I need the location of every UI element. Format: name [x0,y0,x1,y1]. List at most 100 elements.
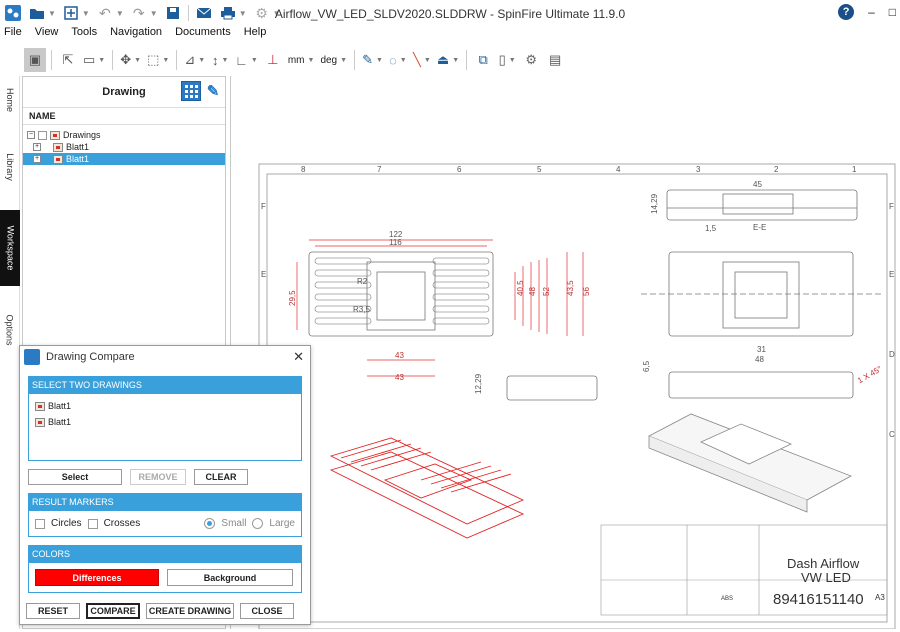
dimension-icon[interactable]: ↕ ▼ [209,48,231,72]
reset-button[interactable]: RESET [26,603,80,619]
col-label: 5 [537,165,542,174]
zoom-window-icon[interactable]: ⬚ ▼ [145,48,171,72]
callout-icon[interactable]: ◌ ▼ [387,48,409,72]
chevron-down-icon[interactable]: ▼ [150,9,158,18]
print-icon[interactable] [219,4,237,22]
settings-icon[interactable]: ⚙ [253,4,271,22]
large-radio[interactable] [252,518,264,529]
tab-library[interactable]: Library [0,132,20,202]
dim-45: 45 [753,180,762,189]
tree-item-blatt1-selected[interactable]: + Blatt1 [23,153,225,165]
drawing-view-icon[interactable]: ▣ [24,48,46,72]
col-label: 7 [377,165,382,174]
expand-icon[interactable]: + [33,143,41,151]
large-label: Large [269,518,295,529]
dialog-title-bar[interactable]: Drawing Compare [20,346,310,368]
list-item-label: Blatt1 [48,417,72,427]
units-length-select[interactable]: mm ▼ [286,48,317,72]
tab-options[interactable]: Options [0,292,20,368]
list-item-label: Blatt1 [48,401,72,411]
edit-icon[interactable]: ✎ [203,81,223,101]
chevron-down-icon[interactable]: ▼ [116,9,124,18]
select-button[interactable]: Select [28,469,122,485]
crosses-checkbox[interactable] [87,518,98,529]
app-logo-icon[interactable] [4,4,22,22]
sheet-icon [53,154,63,164]
measure-icon[interactable]: ⊿ ▼ [182,48,207,72]
drawing-canvas[interactable]: 8 7 6 5 4 3 2 1 F E F E D C 122 116 29,5… [230,76,900,630]
compare-button[interactable]: COMPARE [86,603,140,619]
pen-icon[interactable]: ✎ ▼ [360,48,385,72]
close-icon[interactable]: ✕ [293,349,304,365]
compare-icon[interactable]: ⧉ [472,48,494,72]
side-tabs: Home Library Workspace Options [0,76,20,629]
tab-workspace[interactable]: Workspace [0,210,20,286]
differences-color-button[interactable]: Differences [35,569,159,586]
document-icon[interactable]: ▯ ▼ [496,48,518,72]
open-folder-icon[interactable] [28,4,46,22]
fit-view-icon[interactable]: ✥ ▼ [118,48,143,72]
angle-icon[interactable]: ∟ ▼ [233,48,260,72]
options-icon[interactable]: ⚙ [520,48,542,72]
chevron-down-icon[interactable]: ▼ [239,9,247,18]
tab-home[interactable]: Home [0,76,20,124]
menu-tools[interactable]: Tools [71,26,97,42]
create-drawing-button[interactable]: CREATE DRAWING [146,603,234,619]
tree-item-blatt1[interactable]: + Blatt1 [23,141,225,153]
menu-help[interactable]: Help [244,26,267,42]
separator [51,50,52,70]
menu-file[interactable]: File [4,26,22,42]
small-radio[interactable] [204,518,216,529]
list-item[interactable]: Blatt1 [35,398,295,414]
background-color-button[interactable]: Background [167,569,293,586]
difference-model [329,437,525,539]
report-icon[interactable]: ▤ [544,48,566,72]
circles-checkbox[interactable] [35,518,45,529]
redo-icon[interactable]: ↷ [130,4,148,22]
sheet-icon [35,417,45,427]
units-angle-select[interactable]: deg ▼ [318,48,349,72]
row-label: F [889,202,894,211]
list-item[interactable]: Blatt1 [35,414,295,430]
undo-icon[interactable]: ↶ [96,4,114,22]
save-icon[interactable] [164,4,182,22]
chevron-down-icon[interactable]: ▼ [48,9,56,18]
tree-item-drawings[interactable]: − Drawings [23,129,225,141]
rectangle-select-icon[interactable]: ▭ ▼ [81,48,107,72]
mail-icon[interactable] [195,4,213,22]
column-header-name[interactable]: NAME [23,107,225,125]
drawing-list[interactable]: Blatt1 Blatt1 [28,394,302,461]
checkbox[interactable] [38,130,47,140]
units-icon[interactable]: ⊥ [262,48,284,72]
select-icon[interactable]: ⇱ [57,48,79,72]
quick-access-toolbar: ▼ ▼ ↶ ▼ ↷ ▼ ▼ ⚙ ▼ [0,0,281,26]
grid-view-icon[interactable] [181,81,201,101]
circles-label: Circles [51,518,82,529]
front-view-right [506,251,881,401]
chevron-down-icon[interactable]: ▼ [82,9,90,18]
stamp-icon[interactable]: ⏏ ▼ [435,48,461,72]
menu-documents[interactable]: Documents [175,26,231,42]
collapse-icon[interactable]: − [27,131,35,139]
tree-item-label: Blatt1 [66,154,90,164]
maximize-icon[interactable]: □ [889,5,896,19]
expand-icon[interactable]: + [33,155,41,163]
col-label: 4 [616,165,621,174]
dim-r3-5: R3,5 [353,305,370,314]
markup-line-icon[interactable]: ╲ ▼ [411,48,433,72]
dim-48b: 48 [755,355,764,364]
menu-navigation[interactable]: Navigation [110,26,162,42]
chevron-down-icon[interactable]: ▼ [273,9,281,18]
close-button[interactable]: CLOSE [240,603,294,619]
dim-29-5: 29,5 [288,290,297,306]
minimize-icon[interactable]: ‒ [868,5,875,19]
menu-view[interactable]: View [35,26,59,42]
dim-43a: 43 [395,351,404,360]
clear-button[interactable]: CLEAR [194,469,248,485]
tree-item-label: Blatt1 [66,142,90,152]
remove-button[interactable]: REMOVE [130,469,186,485]
title-bar: ▼ ▼ ↶ ▼ ↷ ▼ ▼ ⚙ ▼ Airflow_VW_LED_SLDV2020.S… [0,0,900,26]
list-buttons: Select REMOVE CLEAR [28,469,310,485]
help-icon[interactable]: ? [838,4,855,20]
new-icon[interactable] [62,4,80,22]
